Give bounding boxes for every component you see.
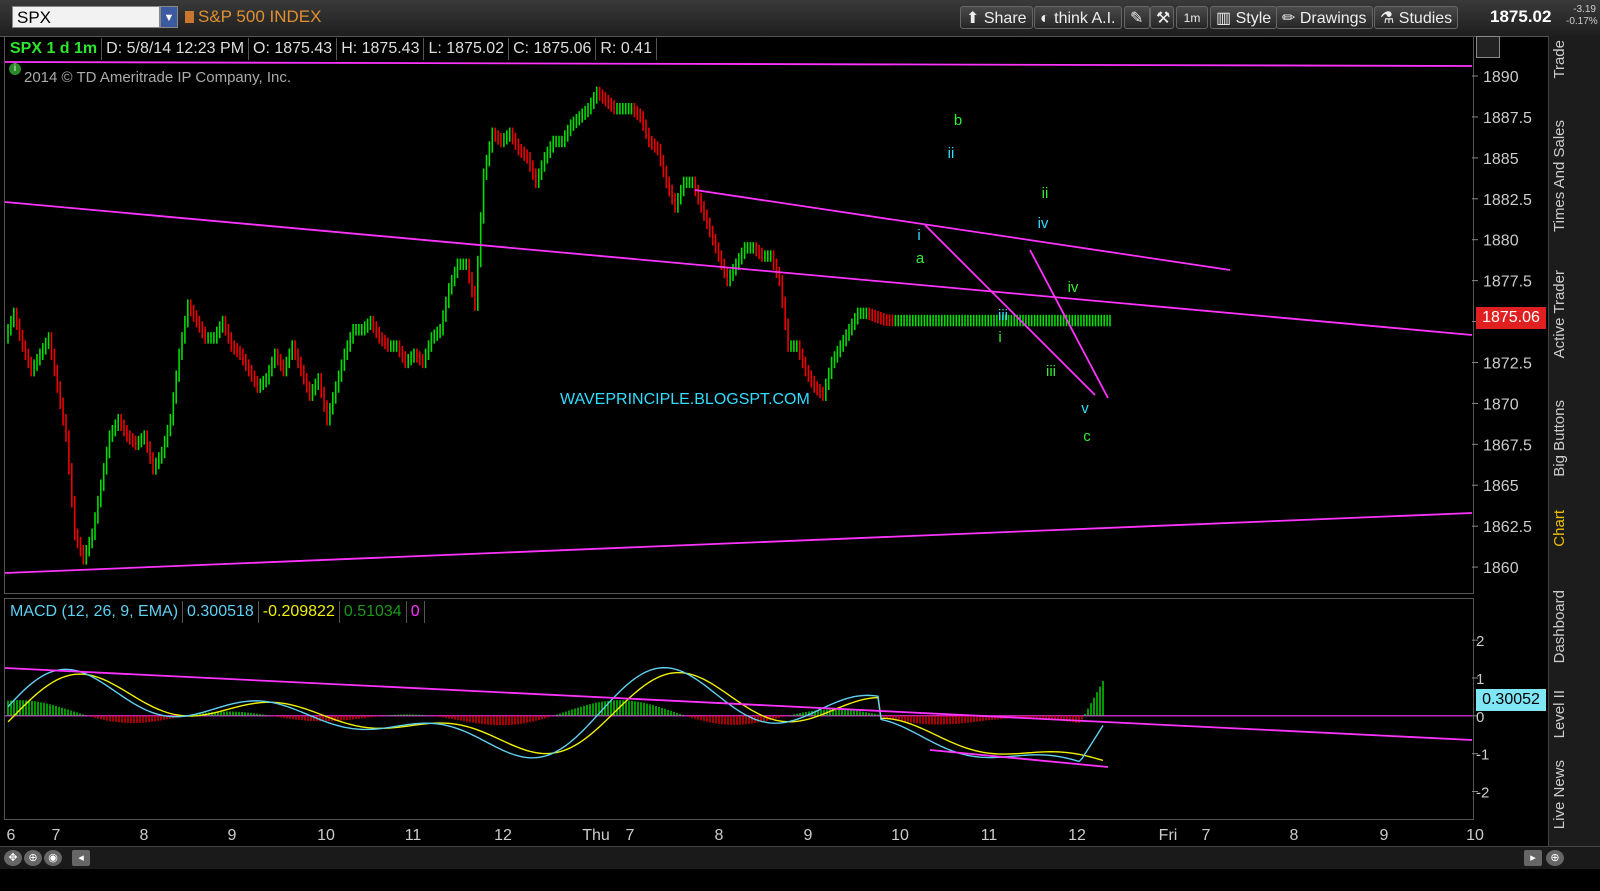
side-tab-times-and-sales[interactable]: Times And Sales bbox=[1551, 120, 1568, 232]
macd-diff: 0.51034 bbox=[340, 601, 407, 623]
candles-icon: ▥ bbox=[1216, 10, 1232, 27]
share-button[interactable]: ⬆ Share bbox=[960, 6, 1033, 29]
price-y-tick-label: 1877.5 bbox=[1483, 274, 1532, 291]
x-tick-label: Thu bbox=[582, 827, 610, 844]
price-y-tick-label: 1872.5 bbox=[1483, 355, 1532, 372]
bar-high: H: 1875.43 bbox=[337, 38, 425, 60]
macd-y-tick-label: 0 bbox=[1476, 709, 1484, 726]
zoom-icon[interactable]: ⊕ bbox=[24, 850, 42, 866]
price-y-tick-label: 1882.5 bbox=[1483, 192, 1532, 209]
macd-info-bar: MACD (12, 26, 9, EMA) 0.300518 -0.209822 0.… bbox=[6, 601, 425, 623]
share-label: Share bbox=[983, 10, 1027, 27]
price-y-tick-label: 1870 bbox=[1483, 396, 1519, 413]
price-y-tick-label: 1867.5 bbox=[1483, 437, 1532, 454]
x-tick-label: 9 bbox=[228, 827, 237, 844]
bar-low: L: 1875.02 bbox=[424, 38, 510, 60]
side-tab-dashboard[interactable]: Dashboard bbox=[1551, 590, 1568, 663]
side-tab-live-news[interactable]: Live News bbox=[1551, 760, 1568, 829]
bar-open: O: 1875.43 bbox=[249, 38, 338, 60]
bar-date: D: 5/8/14 12:23 PM bbox=[102, 38, 250, 60]
x-tick-label: 10 bbox=[1466, 827, 1484, 844]
last-price: 1875.02 bbox=[1490, 7, 1552, 26]
x-tick-label: 12 bbox=[1068, 827, 1086, 844]
x-tick-label: 11 bbox=[405, 827, 422, 844]
x-tick-label: 8 bbox=[1290, 827, 1299, 844]
x-tick-label: 10 bbox=[891, 827, 909, 844]
thinkai-label: think A.I. bbox=[1054, 10, 1116, 27]
x-tick-label: 8 bbox=[715, 827, 724, 844]
studies-icon: ⚗ bbox=[1380, 10, 1395, 27]
side-tab-active-trader[interactable]: Active Trader bbox=[1551, 270, 1568, 358]
drawings-label: Drawings bbox=[1299, 10, 1367, 27]
side-tab-big-buttons[interactable]: Big Buttons bbox=[1551, 400, 1568, 477]
x-tick-label: 8 bbox=[140, 827, 149, 844]
x-tick-label: 12 bbox=[494, 827, 512, 844]
x-tick-label: 7 bbox=[52, 827, 61, 844]
zoom-in-button-icon[interactable]: ⊕ bbox=[1546, 850, 1564, 866]
scroll-icon[interactable]: ◉ bbox=[44, 850, 62, 866]
pencil-icon: ✏ bbox=[1282, 10, 1296, 27]
zoom-out-icon[interactable]: ▸ bbox=[1524, 850, 1542, 866]
x-tick-label: 9 bbox=[804, 827, 813, 844]
macd-y-tick-label: 1 bbox=[1476, 671, 1484, 688]
info-icon[interactable]: i bbox=[9, 63, 21, 75]
x-tick-label: Fri bbox=[1159, 827, 1178, 844]
macd-panel[interactable] bbox=[4, 598, 1474, 820]
macd-y-tick-label: -1 bbox=[1476, 747, 1489, 764]
x-tick-label: 6 bbox=[7, 827, 16, 844]
chart-settings-icon[interactable] bbox=[1476, 36, 1500, 58]
scroll-left-icon[interactable]: ◂ bbox=[72, 850, 90, 866]
macd-last-box: 0.30052 bbox=[1476, 689, 1546, 711]
price-y-tick-label: 1885 bbox=[1483, 151, 1519, 168]
last-price-box: 1875.06 bbox=[1476, 307, 1546, 329]
x-tick-label: 7 bbox=[626, 827, 635, 844]
bar-close: C: 1875.06 bbox=[509, 38, 597, 60]
price-y-tick-label: 1890 bbox=[1483, 69, 1519, 86]
x-tick-label: 9 bbox=[1380, 827, 1389, 844]
copyright: 2014 © TD Ameritrade IP Company, Inc. bbox=[24, 69, 292, 86]
info-bar: SPX 1 d 1m D: 5/8/14 12:23 PM O: 1875.43 H:… bbox=[6, 38, 657, 60]
price-change: -3.19 -0.17% bbox=[1566, 4, 1598, 28]
price-y-tick-label: 1862.5 bbox=[1483, 519, 1532, 536]
pan-icon[interactable]: ✥ bbox=[4, 850, 22, 866]
style-button[interactable]: ▥ Style bbox=[1210, 6, 1278, 29]
price-panel[interactable] bbox=[4, 36, 1474, 594]
macd-value: 0.300518 bbox=[183, 601, 259, 623]
macd-avg: -0.209822 bbox=[259, 601, 340, 623]
studies-label: Studies bbox=[1398, 10, 1453, 27]
price-y-tick-label: 1887.5 bbox=[1483, 110, 1532, 127]
style-label: Style bbox=[1235, 10, 1272, 27]
price-y-tick-label: 1880 bbox=[1483, 233, 1519, 250]
wrench-icon[interactable]: ⚒ bbox=[1150, 6, 1174, 29]
macd-y-tick-label: 2 bbox=[1476, 633, 1484, 650]
macd-zero: 0 bbox=[407, 601, 425, 623]
price-y-tick-label: 1865 bbox=[1483, 478, 1519, 495]
side-tab-level-ii[interactable]: Level II bbox=[1551, 690, 1568, 738]
macd-name: MACD (12, 26, 9, EMA) bbox=[6, 601, 184, 623]
symbol-input[interactable]: SPX bbox=[12, 6, 160, 28]
x-tick-label: 10 bbox=[317, 827, 335, 844]
change-abs: -3.19 bbox=[1573, 4, 1596, 15]
studies-button[interactable]: ⚗ Studies bbox=[1374, 6, 1459, 29]
chart-title: SPX 1 d 1m bbox=[6, 38, 103, 60]
symbol-name: S&P 500 INDEX bbox=[198, 7, 322, 26]
drawings-button[interactable]: ✏ Drawings bbox=[1276, 6, 1373, 29]
bar-range: R: 0.41 bbox=[596, 38, 657, 60]
thinkai-icon: ◐ bbox=[1040, 10, 1050, 27]
symbol-dropdown-button[interactable]: ▼ bbox=[160, 6, 178, 28]
change-pct: -0.17% bbox=[1566, 16, 1598, 27]
side-tab-trade[interactable]: Trade bbox=[1551, 40, 1568, 79]
share-icon: ⬆ bbox=[966, 10, 980, 27]
interval-badge[interactable]: 1m bbox=[1176, 6, 1208, 29]
price-y-tick-label: 1860 bbox=[1483, 560, 1519, 577]
thinkai-button[interactable]: ◐ think A.I. bbox=[1034, 6, 1122, 29]
side-tab-chart[interactable]: Chart bbox=[1551, 510, 1568, 547]
macd-y-tick-label: -2 bbox=[1476, 785, 1489, 802]
x-tick-label: 7 bbox=[1202, 827, 1211, 844]
x-tick-label: 11 bbox=[981, 827, 998, 844]
flag-icon[interactable] bbox=[185, 11, 194, 23]
bottom-scrollbar[interactable]: ✥ ⊕ ◉ ◂ ▸ ⊕ bbox=[0, 846, 1600, 869]
drawing-tool-icon[interactable]: ✎ bbox=[1124, 6, 1150, 29]
